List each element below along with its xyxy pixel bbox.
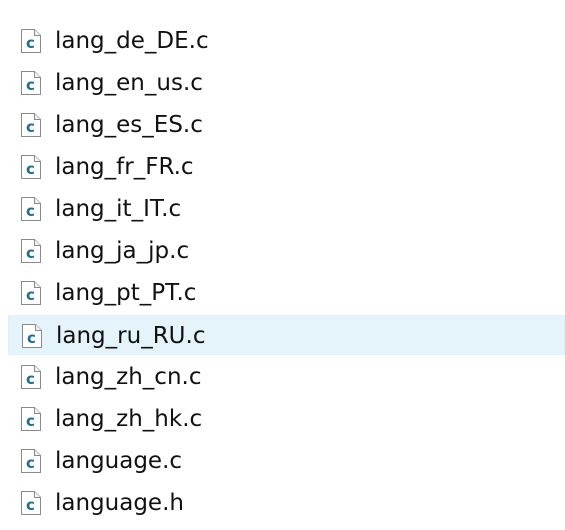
file-row[interactable]: c lang_es_ES.c [8,105,565,145]
c-header-file-icon: c [20,490,42,516]
svg-text:c: c [26,76,35,94]
file-name: lang_ja_jp.c [55,238,190,264]
c-source-file-icon: c [20,238,42,264]
file-row[interactable]: c lang_ja_jp.c [8,231,565,271]
svg-text:c: c [26,412,35,430]
file-row[interactable]: c language.h [8,483,565,523]
svg-text:c: c [26,160,35,178]
c-source-file-icon: c [20,406,42,432]
svg-text:c: c [26,370,35,388]
file-row[interactable]: c lang_fr_FR.c [8,147,565,187]
file-name: lang_ru_RU.c [56,323,206,349]
file-row[interactable]: c lang_en_us.c [8,63,565,103]
file-list: c lang_de_DE.c c lang_en_us.c c lang_es_ES.… [0,0,565,530]
file-row[interactable]: c lang_zh_cn.c [8,357,565,397]
svg-text:c: c [26,118,35,136]
file-name: lang_zh_cn.c [55,364,202,390]
file-row[interactable]: c language.c [8,441,565,481]
file-row-selected[interactable]: c lang_ru_RU.c [8,315,565,355]
c-source-file-icon: c [20,448,42,474]
c-source-file-icon: c [20,70,42,96]
svg-text:c: c [26,496,35,514]
file-name: lang_zh_hk.c [55,406,203,432]
file-name: lang_en_us.c [55,70,203,96]
c-source-file-icon: c [20,154,42,180]
svg-text:c: c [27,329,36,347]
file-row[interactable]: c lang_pt_PT.c [8,273,565,313]
file-name: lang_fr_FR.c [55,154,194,180]
file-name: lang_es_ES.c [55,112,203,138]
svg-text:c: c [26,202,35,220]
svg-text:c: c [26,454,35,472]
c-source-file-icon: c [20,112,42,138]
file-name: lang_de_DE.c [55,28,209,54]
file-row[interactable]: c lang_it_IT.c [8,189,565,229]
file-name: language.h [55,490,184,516]
file-name: language.c [55,448,183,474]
svg-text:c: c [26,244,35,262]
file-name: lang_it_IT.c [55,196,182,222]
file-row[interactable]: c lang_zh_hk.c [8,399,565,439]
c-source-file-icon: c [20,364,42,390]
svg-text:c: c [26,34,35,52]
file-row[interactable]: c lang_de_DE.c [8,21,565,61]
svg-text:c: c [26,286,35,304]
c-source-file-icon: c [20,28,42,54]
file-name: lang_pt_PT.c [55,280,197,306]
c-source-file-icon: c [20,196,42,222]
c-source-file-icon: c [20,280,42,306]
c-source-file-icon: c [21,323,43,349]
